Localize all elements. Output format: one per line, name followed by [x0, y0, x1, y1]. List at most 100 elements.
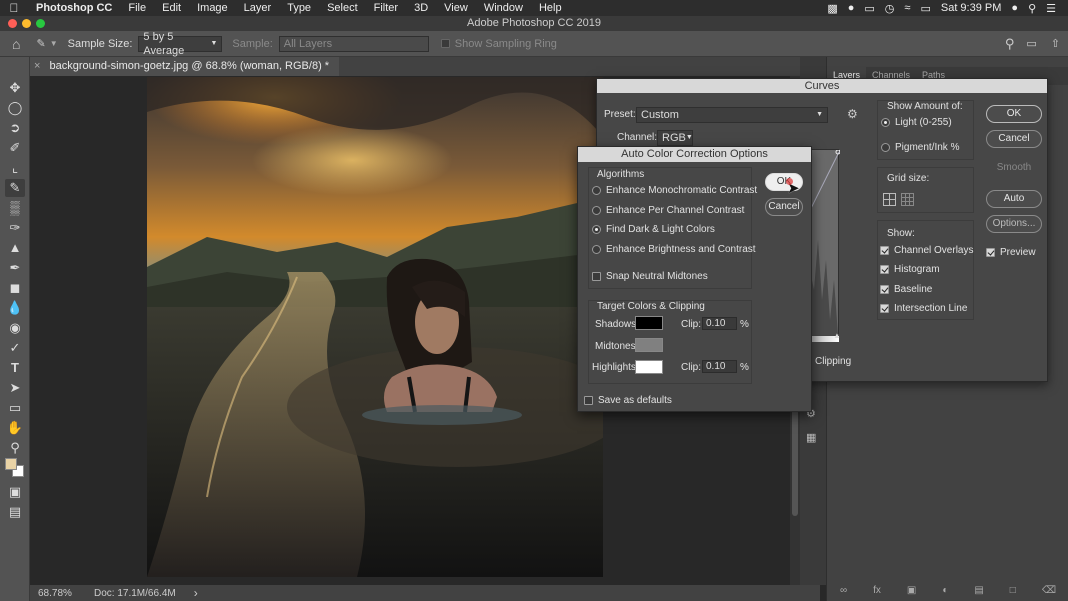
history-brush-tool-icon[interactable]: ✒	[5, 259, 25, 277]
zoom-window-icon[interactable]	[36, 19, 45, 28]
link-layers-icon[interactable]: ∞	[840, 585, 847, 596]
hand-tool-icon[interactable]: ✋	[5, 419, 25, 437]
preset-options-gear-icon[interactable]: ⚙	[847, 107, 858, 121]
document-canvas-image[interactable]	[147, 77, 603, 577]
algorithm-radio[interactable]	[592, 205, 601, 215]
simple-grid-icon[interactable]	[883, 193, 896, 206]
smooth-button[interactable]: Smooth	[986, 160, 1042, 178]
histogram-row[interactable]: Histogram	[880, 264, 940, 275]
algorithm-option-per-channel[interactable]: Enhance Per Channel Contrast	[592, 205, 744, 216]
chevron-down-icon[interactable]: ▼	[50, 39, 58, 48]
time-machine-icon[interactable]: ◷	[885, 2, 895, 15]
algorithm-radio[interactable]	[592, 244, 601, 254]
curves-cancel-button[interactable]: Cancel	[986, 130, 1042, 148]
preview-checkbox[interactable]	[986, 247, 995, 257]
channel-select[interactable]: RGB ▼	[657, 130, 693, 146]
channel-overlays-row[interactable]: Channel Overlays	[880, 245, 973, 256]
healing-brush-tool-icon[interactable]: ▒	[5, 199, 25, 217]
baseline-row[interactable]: Baseline	[880, 284, 932, 295]
rectangle-tool-icon[interactable]: ▭	[5, 399, 25, 417]
vertical-scrollbar-thumb[interactable]	[792, 406, 798, 516]
display-icon[interactable]: ▭	[920, 2, 930, 15]
trash-icon[interactable]: ⌫	[1042, 585, 1056, 596]
user-icon[interactable]: ●	[1011, 2, 1018, 14]
workspace-icon[interactable]: ▭	[1026, 37, 1036, 50]
lasso-tool-icon[interactable]: ➲	[5, 119, 25, 137]
document-tab[interactable]: × background-simon-goetz.jpg @ 68.8% (wo…	[30, 57, 340, 76]
foreground-color-swatch[interactable]	[5, 458, 17, 470]
color-swatches[interactable]	[4, 457, 26, 479]
menu-help[interactable]: Help	[531, 2, 570, 14]
path-selection-tool-icon[interactable]: ➤	[5, 379, 25, 397]
channel-overlays-checkbox[interactable]	[880, 245, 889, 255]
clock-text[interactable]: Sat 9:39 PM	[941, 2, 1002, 14]
shadows-clip-input[interactable]: 0.10	[702, 317, 737, 330]
menu-filter[interactable]: Filter	[366, 2, 406, 14]
baseline-checkbox[interactable]	[880, 284, 889, 294]
clipping-label[interactable]: Clipping	[815, 356, 851, 367]
algorithm-option-brightness[interactable]: Enhance Brightness and Contrast	[592, 244, 756, 255]
intersection-line-row[interactable]: Intersection Line	[880, 303, 967, 314]
menu-type[interactable]: Type	[279, 2, 319, 14]
eyedropper-preset-icon[interactable]: ✎	[36, 37, 45, 50]
snap-neutral-checkbox[interactable]	[592, 271, 601, 281]
menu-app-name[interactable]: Photoshop CC	[28, 2, 120, 14]
preview-row[interactable]: Preview	[986, 247, 1036, 258]
highlights-clip-input[interactable]: 0.10	[702, 360, 737, 373]
close-window-icon[interactable]	[8, 19, 17, 28]
auto-button[interactable]: Auto	[986, 190, 1042, 208]
save-defaults-checkbox[interactable]	[584, 395, 593, 405]
move-tool-icon[interactable]: ✥	[5, 79, 25, 97]
auto-color-cancel-button[interactable]: Cancel	[765, 198, 803, 216]
curves-ok-button[interactable]: OK	[986, 105, 1042, 123]
adjustments-icon[interactable]: ▦	[806, 431, 816, 444]
snap-neutral-row[interactable]: Snap Neutral Midtones	[592, 271, 708, 282]
fx-icon[interactable]: fx	[873, 585, 881, 596]
options-button[interactable]: Options...	[986, 215, 1042, 233]
save-defaults-row[interactable]: Save as defaults	[584, 395, 672, 406]
new-group-icon[interactable]: ▤	[974, 585, 983, 596]
type-tool-icon[interactable]: T	[5, 359, 25, 377]
status-menu-arrow[interactable]: ›	[194, 586, 198, 600]
add-mask-icon[interactable]: ▣	[907, 585, 916, 596]
algorithm-radio[interactable]	[592, 224, 601, 234]
spotlight-icon[interactable]: ⚲	[1028, 2, 1036, 15]
clone-stamp-tool-icon[interactable]: ▲	[5, 239, 25, 257]
histogram-checkbox[interactable]	[880, 264, 889, 274]
intersection-line-checkbox[interactable]	[880, 303, 889, 313]
wifi-icon[interactable]: ≈	[904, 2, 910, 14]
share-icon[interactable]: ⇧	[1051, 37, 1060, 50]
menu-select[interactable]: Select	[319, 2, 366, 14]
new-layer-icon[interactable]: □	[1010, 585, 1016, 596]
zoom-tool-icon[interactable]: ⚲	[5, 439, 25, 457]
highlights-color-swatch[interactable]	[635, 360, 663, 374]
white-point-slider-icon[interactable]: ▲	[833, 331, 841, 340]
brush-tool-icon[interactable]: ✑	[5, 219, 25, 237]
sample-select[interactable]: All Layers	[278, 35, 429, 52]
menu-window[interactable]: Window	[476, 2, 531, 14]
light-radio[interactable]	[881, 117, 890, 127]
preset-select[interactable]: Custom ▼	[636, 107, 828, 123]
algorithm-option-monochromatic[interactable]: Enhance Monochromatic Contrast	[592, 185, 757, 196]
marquee-tool-icon[interactable]: ◯	[5, 99, 25, 117]
crop-tool-icon[interactable]: ⌞	[5, 159, 25, 177]
detailed-grid-icon[interactable]	[901, 193, 914, 206]
dodge-tool-icon[interactable]: ◉	[5, 319, 25, 337]
menu-view[interactable]: View	[436, 2, 476, 14]
menu-file[interactable]: File	[120, 2, 154, 14]
shadows-color-swatch[interactable]	[635, 316, 663, 330]
screen-mode-icon[interactable]: ▤	[5, 503, 25, 521]
menu-layer[interactable]: Layer	[236, 2, 280, 14]
show-sampling-ring-checkbox[interactable]	[440, 39, 450, 48]
light-radio-row[interactable]: Light (0-255)	[881, 117, 952, 128]
algorithm-radio[interactable]	[592, 185, 601, 195]
notification-icon[interactable]: ☰	[1046, 2, 1056, 15]
menu-3d[interactable]: 3D	[406, 2, 436, 14]
screen-record-icon[interactable]: ▩	[827, 2, 837, 15]
adjustment-layer-icon[interactable]: ◐	[942, 585, 948, 596]
pigment-radio-row[interactable]: Pigment/Ink %	[881, 142, 959, 153]
menu-edit[interactable]: Edit	[154, 2, 189, 14]
creative-cloud-icon[interactable]: ●	[848, 2, 855, 14]
eyedropper-tool-icon[interactable]: ✎	[5, 179, 25, 197]
sample-size-select[interactable]: 5 by 5 Average ▼	[138, 31, 223, 57]
